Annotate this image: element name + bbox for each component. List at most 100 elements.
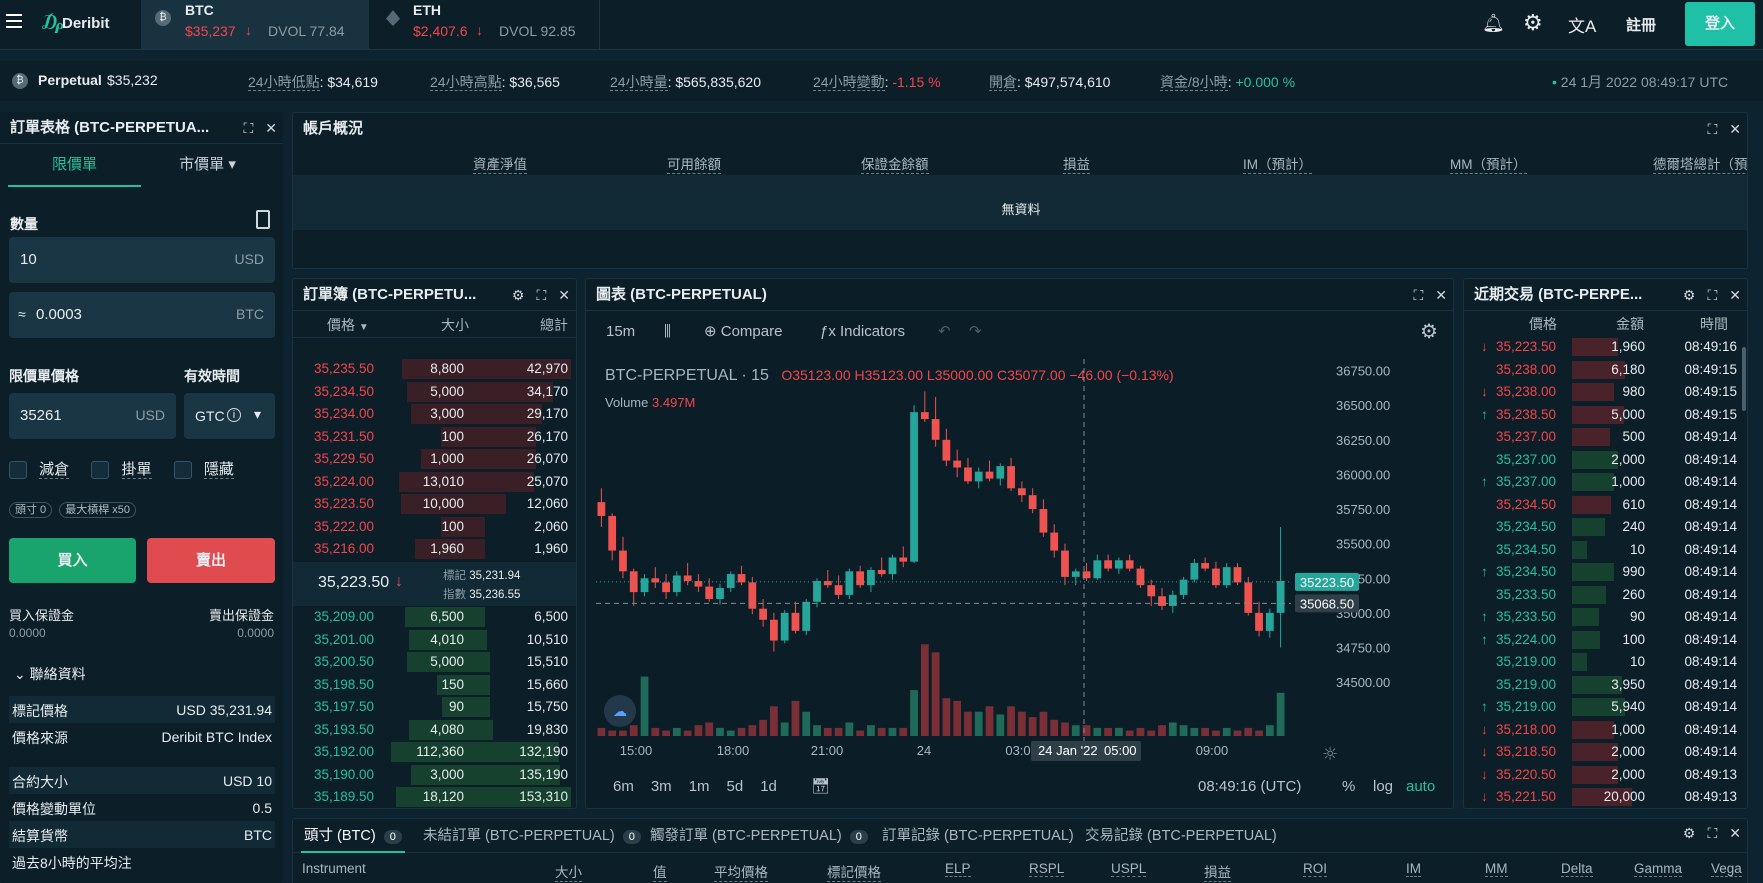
log-scale-toggle[interactable]: log <box>1373 767 1393 807</box>
gear-icon[interactable]: ⚙ <box>1523 10 1543 36</box>
quantity-input[interactable]: 10 USD <box>9 237 275 283</box>
trade-row[interactable]: ↓ 35,220.50 2,000 08:49:13 <box>1464 764 1747 787</box>
instrument-name[interactable]: Perpetual <box>38 72 102 88</box>
trade-row[interactable]: ↓ 35,218.50 2,000 08:49:14 <box>1464 741 1747 764</box>
trade-row[interactable]: 35,234.50 240 08:49:14 <box>1464 516 1747 539</box>
price-column-header[interactable]: 價格 ▼ <box>327 312 369 341</box>
account-column-header[interactable]: 損益 <box>1063 153 1090 174</box>
range-button-6m[interactable]: 6m <box>613 778 634 795</box>
trade-row[interactable]: ↑ 35,238.50 5,000 08:49:15 <box>1464 404 1747 427</box>
range-button-1d[interactable]: 1d <box>760 778 777 795</box>
btc-ticker-tab[interactable]: ₿ BTC $35,237 ↓ DVOL 77.84 <box>141 0 369 49</box>
btc-amount-input[interactable]: ≈ 0.0003 BTC <box>9 292 275 338</box>
account-column-header[interactable]: MM（預計） <box>1450 153 1527 174</box>
trade-row[interactable]: 35,219.00 10 08:49:14 <box>1464 651 1747 674</box>
ask-row[interactable]: 35,229.50 1,000 26,070 <box>293 448 576 471</box>
language-icon[interactable]: 文A <box>1568 12 1596 37</box>
trade-row[interactable]: ↑ 35,237.00 1,000 08:49:14 <box>1464 471 1747 494</box>
tab-limit[interactable]: 限價單 <box>8 145 141 187</box>
limit-price-input[interactable]: 35261 USD <box>9 393 176 439</box>
tab-bottom-3[interactable]: 訂單記錄 (BTC-PERPETUAL) <box>879 819 1077 853</box>
buy-button[interactable]: 買入 <box>9 538 136 583</box>
positions-column-header[interactable]: RSPL <box>1029 861 1065 877</box>
gear-icon[interactable]: ⚙ <box>512 287 525 303</box>
ask-row[interactable]: 35,234.50 5,000 34,170 <box>293 381 576 404</box>
close-icon[interactable]: ✕ <box>1729 287 1741 303</box>
tab-market[interactable]: 市價單 ▾ <box>141 145 274 187</box>
positions-column-header[interactable]: ROI <box>1303 861 1328 877</box>
trade-row[interactable]: ↓ 35,238.00 980 08:49:15 <box>1464 381 1747 404</box>
expand-icon[interactable]: ⛶ <box>1707 287 1717 303</box>
register-button[interactable]: 註冊 <box>1626 14 1656 35</box>
positions-column-header[interactable]: 值 <box>653 861 667 882</box>
bid-row[interactable]: 35,198.50 150 15,660 <box>293 674 576 697</box>
positions-column-header[interactable]: IM <box>1406 861 1421 877</box>
menu-icon[interactable] <box>6 14 22 28</box>
bid-row[interactable]: 35,189.50 18,120 153,310 <box>293 786 576 808</box>
calculator-icon[interactable] <box>256 210 270 229</box>
trade-row[interactable]: 35,219.00 3,950 08:49:14 <box>1464 674 1747 697</box>
expand-icon[interactable]: ⛶ <box>1707 121 1717 137</box>
ask-row[interactable]: 35,234.00 3,000 29,170 <box>293 403 576 426</box>
ask-row[interactable]: 35,235.50 8,800 42,970 <box>293 358 576 381</box>
account-column-header[interactable]: 資產淨值 <box>473 153 527 174</box>
trade-row[interactable]: 35,234.50 610 08:49:14 <box>1464 494 1747 517</box>
trade-row[interactable]: ↓ 35,223.50 1,960 08:49:16 <box>1464 336 1747 359</box>
trade-row[interactable]: 35,237.00 500 08:49:14 <box>1464 426 1747 449</box>
positions-column-header[interactable]: USPL <box>1111 861 1147 877</box>
trade-row[interactable]: ↓ 35,218.00 1,000 08:49:14 <box>1464 719 1747 742</box>
logo-text[interactable]: Deribit <box>62 15 110 32</box>
trade-row[interactable]: ↑ 35,219.00 5,940 08:49:14 <box>1464 696 1747 719</box>
expand-icon[interactable]: ⛶ <box>536 287 546 303</box>
tab-bottom-1[interactable]: 未結訂單 (BTC-PERPETUAL) 0 <box>420 819 644 853</box>
expand-icon[interactable]: ⛶ <box>243 120 253 136</box>
account-column-header[interactable]: IM（預計） <box>1243 153 1312 174</box>
trade-row[interactable]: 35,238.00 6,180 08:49:15 <box>1464 359 1747 382</box>
contract-details-toggle[interactable]: ⌄ 聯絡資料 <box>14 664 86 684</box>
bid-row[interactable]: 35,201.00 4,010 10,510 <box>293 629 576 652</box>
scrollbar[interactable] <box>1742 347 1746 411</box>
tab-bottom-0[interactable]: 頭寸 (BTC) 0 <box>301 819 405 853</box>
eth-ticker-tab[interactable]: ETH $2,407.6 ↓ DVOL 92.85 <box>370 0 600 49</box>
post-only-checkbox[interactable] <box>91 461 110 480</box>
tab-bottom-4[interactable]: 交易記錄 (BTC-PERPETUAL) <box>1082 819 1280 853</box>
trade-row[interactable]: ↓ 35,221.50 20,000 08:49:13 <box>1464 786 1747 808</box>
ask-row[interactable]: 35,222.00 100 2,060 <box>293 516 576 539</box>
trade-row[interactable]: 35,233.50 260 08:49:14 <box>1464 584 1747 607</box>
sell-button[interactable]: 賣出 <box>147 538 275 583</box>
range-button-1m[interactable]: 1m <box>689 778 710 795</box>
trade-row[interactable]: ↑ 35,233.50 90 08:49:14 <box>1464 606 1747 629</box>
trade-row[interactable]: ↑ 35,224.00 100 08:49:14 <box>1464 629 1747 652</box>
trade-row[interactable]: 35,237.00 2,000 08:49:14 <box>1464 449 1747 472</box>
account-column-header[interactable]: 可用餘額 <box>667 153 721 174</box>
bid-row[interactable]: 35,190.00 3,000 135,190 <box>293 764 576 787</box>
gear-icon[interactable]: ⚙ <box>1683 825 1696 841</box>
account-column-header[interactable]: 保證金餘額 <box>861 153 929 174</box>
trade-row[interactable]: ↑ 35,234.50 990 08:49:14 <box>1464 561 1747 584</box>
ask-row[interactable]: 35,231.50 100 26,170 <box>293 426 576 449</box>
ask-row[interactable]: 35,216.00 1,960 1,960 <box>293 538 576 561</box>
login-button[interactable]: 登入 <box>1685 2 1755 46</box>
auto-scale-toggle[interactable]: auto <box>1406 767 1435 807</box>
range-button-3m[interactable]: 3m <box>651 778 672 795</box>
time-in-force-select[interactable]: GTC i ▾ <box>184 393 275 439</box>
tab-bottom-2[interactable]: 觸發訂單 (BTC-PERPETUAL) 0 <box>647 819 871 853</box>
positions-column-header[interactable]: Gamma <box>1634 861 1683 877</box>
positions-column-header[interactable]: Vega <box>1711 861 1742 877</box>
trade-row[interactable]: 35,234.50 10 08:49:14 <box>1464 539 1747 562</box>
close-icon[interactable]: ✕ <box>265 120 277 136</box>
positions-column-header[interactable]: 平均價格 <box>714 861 768 882</box>
hidden-checkbox[interactable] <box>173 461 192 480</box>
bid-row[interactable]: 35,192.00 112,360 132,190 <box>293 741 576 764</box>
ask-row[interactable]: 35,224.00 13,010 25,070 <box>293 471 576 494</box>
bid-row[interactable]: 35,209.00 6,500 6,500 <box>293 606 576 629</box>
positions-column-header[interactable]: ELP <box>945 861 971 877</box>
percent-scale-toggle[interactable]: % <box>1342 767 1355 807</box>
bid-row[interactable]: 35,197.50 90 15,750 <box>293 696 576 719</box>
close-icon[interactable]: ✕ <box>1729 825 1741 841</box>
calendar-icon[interactable]: 📅︎ <box>811 767 830 807</box>
bell-icon[interactable]: 🔔︎ <box>1482 13 1505 34</box>
bid-row[interactable]: 35,200.50 5,000 15,510 <box>293 651 576 674</box>
range-button-5d[interactable]: 5d <box>727 778 744 795</box>
expand-icon[interactable]: ⛶ <box>1707 825 1717 841</box>
